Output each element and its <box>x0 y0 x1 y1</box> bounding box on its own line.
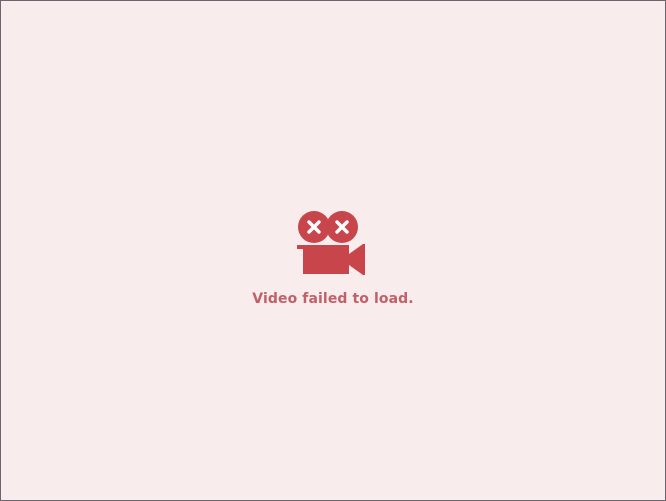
error-message: Video failed to load. <box>252 291 414 307</box>
video-player: Video failed to load. <box>0 0 666 501</box>
video-error-state: Video failed to load. <box>1 211 665 311</box>
broken-video-camera-icon <box>297 211 365 275</box>
